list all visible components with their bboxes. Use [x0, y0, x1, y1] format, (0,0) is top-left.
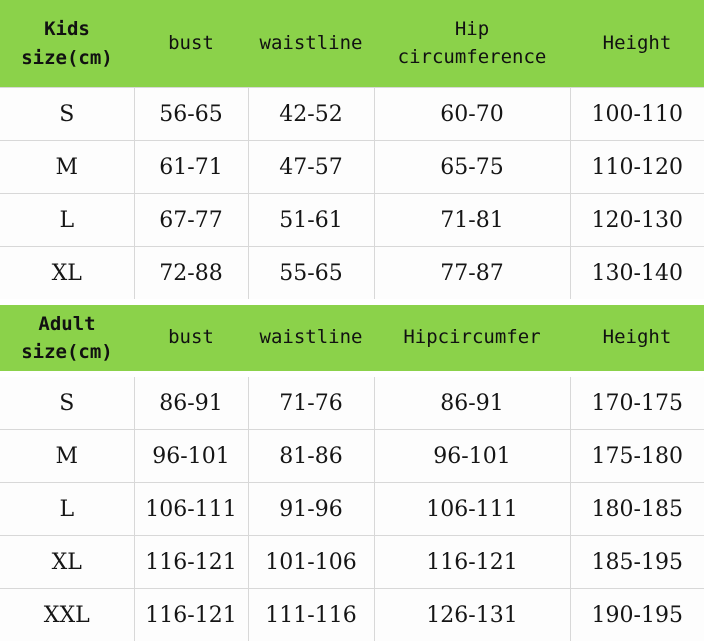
kids-row-l-size: L: [0, 194, 134, 247]
kids-row-m-size: M: [0, 141, 134, 194]
kids-row-m-bust: 61-71: [134, 141, 248, 194]
table-row: L 106-111 91-96 106-111 180-185: [0, 483, 704, 536]
adult-table-header: Adult size(cm) bust waistline Hipcircumf…: [0, 302, 704, 374]
kids-row-xl-height: 130-140: [570, 247, 704, 300]
kids-row-s-size: S: [0, 88, 134, 141]
kids-row-s-waistline: 42-52: [248, 88, 374, 141]
kids-header-waistline: waistline: [248, 0, 374, 88]
adult-row-l-bust: 106-111: [134, 483, 248, 536]
kids-header-bust: bust: [134, 0, 248, 88]
kids-row-s-height: 100-110: [570, 88, 704, 141]
adult-row-xl-waistline: 101-106: [248, 536, 374, 589]
kids-row-s-bust: 56-65: [134, 88, 248, 141]
adult-row-m-waistline: 81-86: [248, 430, 374, 483]
adult-header-height: Height: [570, 302, 704, 374]
adult-header-bust: bust: [134, 302, 248, 374]
kids-row-s-hip: 60-70: [374, 88, 570, 141]
adult-row-l-size: L: [0, 483, 134, 536]
adult-row-s-size: S: [0, 374, 134, 430]
table-row: M 61-71 47-57 65-75 110-120: [0, 141, 704, 194]
adult-row-m-hip: 96-101: [374, 430, 570, 483]
adult-row-s-height: 170-175: [570, 374, 704, 430]
kids-row-xl-size: XL: [0, 247, 134, 300]
adult-row-xxl-waistline: 111-116: [248, 589, 374, 641]
adult-row-l-hip: 106-111: [374, 483, 570, 536]
table-row: XXL 116-121 111-116 126-131 190-195: [0, 589, 704, 641]
adult-row-xl-bust: 116-121: [134, 536, 248, 589]
adult-header-waistline: waistline: [248, 302, 374, 374]
kids-header-size-label: Kids size(cm): [0, 0, 134, 88]
adult-row-s-bust: 86-91: [134, 374, 248, 430]
adult-row-s-hip: 86-91: [374, 374, 570, 430]
kids-row-m-hip: 65-75: [374, 141, 570, 194]
kids-header-height: Height: [570, 0, 704, 88]
size-chart: Kids size(cm) bust waistline Hip circumf…: [0, 0, 704, 641]
table-row: S 56-65 42-52 60-70 100-110: [0, 88, 704, 141]
table-row: L 67-77 51-61 71-81 120-130: [0, 194, 704, 247]
kids-row-xl-bust: 72-88: [134, 247, 248, 300]
adult-header-size-line1: Adult: [2, 310, 132, 339]
table-row: XL 72-88 55-65 77-87 130-140: [0, 247, 704, 300]
kids-row-l-height: 120-130: [570, 194, 704, 247]
kids-header-size-line1: Kids: [2, 15, 132, 44]
adult-table-body: S 86-91 71-76 86-91 170-175 M 96-101 81-…: [0, 374, 704, 641]
adult-row-xl-height: 185-195: [570, 536, 704, 589]
table-row: M 96-101 81-86 96-101 175-180: [0, 430, 704, 483]
adult-header-size-label: Adult size(cm): [0, 302, 134, 374]
kids-row-l-hip: 71-81: [374, 194, 570, 247]
kids-size-table: Kids size(cm) bust waistline Hip circumf…: [0, 0, 704, 299]
kids-header-hip-circumference: Hip circumference: [374, 0, 570, 88]
kids-row-xl-hip: 77-87: [374, 247, 570, 300]
adult-row-xl-hip: 116-121: [374, 536, 570, 589]
adult-header-size-line2: size(cm): [2, 338, 132, 367]
table-row: S 86-91 71-76 86-91 170-175: [0, 374, 704, 430]
adult-row-xl-size: XL: [0, 536, 134, 589]
kids-table-body: S 56-65 42-52 60-70 100-110 M 61-71 47-5…: [0, 88, 704, 300]
adult-header-hip-circumference: Hipcircumfer: [374, 302, 570, 374]
kids-header-size-line2: size(cm): [2, 44, 132, 73]
adult-row-xxl-bust: 116-121: [134, 589, 248, 641]
adult-row-l-height: 180-185: [570, 483, 704, 536]
adult-row-m-height: 175-180: [570, 430, 704, 483]
kids-header-row: Kids size(cm) bust waistline Hip circumf…: [0, 0, 704, 88]
adult-row-xxl-size: XXL: [0, 589, 134, 641]
adult-row-xxl-height: 190-195: [570, 589, 704, 641]
kids-row-l-waistline: 51-61: [248, 194, 374, 247]
kids-row-l-bust: 67-77: [134, 194, 248, 247]
kids-row-m-height: 110-120: [570, 141, 704, 194]
adult-row-m-bust: 96-101: [134, 430, 248, 483]
adult-row-s-waistline: 71-76: [248, 374, 374, 430]
kids-row-xl-waistline: 55-65: [248, 247, 374, 300]
adult-size-table: Adult size(cm) bust waistline Hipcircumf…: [0, 299, 704, 641]
adult-row-xxl-hip: 126-131: [374, 589, 570, 641]
kids-row-m-waistline: 47-57: [248, 141, 374, 194]
table-row: XL 116-121 101-106 116-121 185-195: [0, 536, 704, 589]
adult-row-m-size: M: [0, 430, 134, 483]
adult-header-row: Adult size(cm) bust waistline Hipcircumf…: [0, 302, 704, 374]
adult-row-l-waistline: 91-96: [248, 483, 374, 536]
kids-table-header: Kids size(cm) bust waistline Hip circumf…: [0, 0, 704, 88]
